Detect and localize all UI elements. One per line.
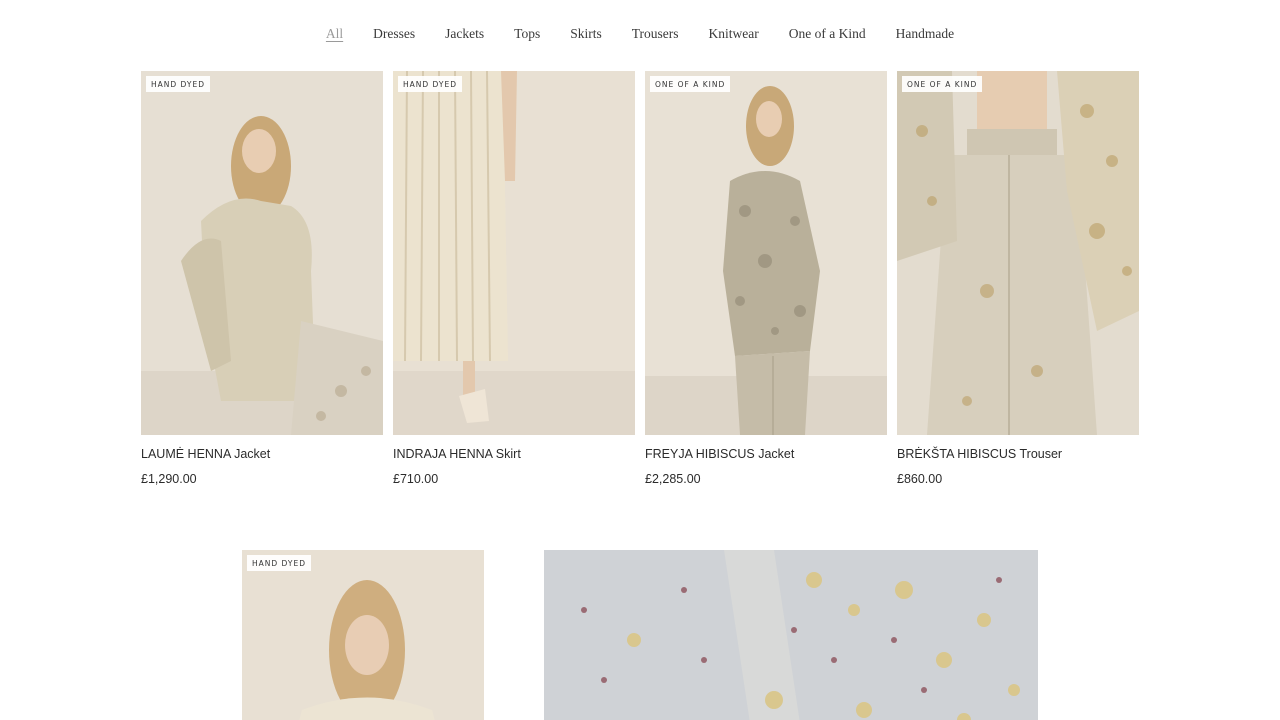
product-badge: Hand Dyed (398, 76, 462, 92)
product-badge: One of a Kind (902, 76, 983, 92)
filter-tops[interactable]: Tops (514, 24, 540, 44)
product-price: £710.00 (393, 472, 439, 486)
product-grid: Hand Dyed LAUMĖ HENNA Jacket £1,290.00 (141, 71, 1139, 487)
product-image[interactable] (242, 550, 484, 720)
shop-page: All Dresses Jackets Tops Skirts Trousers… (0, 0, 1280, 720)
product-price: £2,285.00 (645, 472, 701, 486)
filter-knitwear[interactable]: Knitwear (709, 24, 759, 44)
product-badge: Hand Dyed (146, 76, 210, 92)
filter-one-of-a-kind[interactable]: One of a Kind (789, 24, 866, 44)
product-image[interactable]: One of a Kind (897, 71, 1139, 435)
filter-skirts[interactable]: Skirts (570, 24, 602, 44)
product-price: £860.00 (897, 472, 943, 486)
product-name[interactable]: BRĖKŠTA HIBISCUS Trouser (897, 447, 1139, 462)
filter-jackets[interactable]: Jackets (445, 24, 484, 44)
filter-dresses[interactable]: Dresses (373, 24, 415, 44)
product-name[interactable]: INDRAJA HENNA Skirt (393, 447, 635, 462)
product-image[interactable]: Hand Dyed (141, 71, 383, 435)
editorial-image (544, 550, 1038, 720)
category-filter-nav: All Dresses Jackets Tops Skirts Trousers… (0, 24, 1280, 44)
product-name[interactable]: LAUMĖ HENNA Jacket (141, 447, 383, 462)
product-badge: One of a Kind (650, 76, 731, 92)
product-price: £1,290.00 (141, 472, 197, 486)
product-card[interactable]: Hand Dyed INDRAJA HENNA Skirt £710.00 (393, 71, 635, 487)
product-badge: Hand Dyed (247, 555, 311, 571)
product-card[interactable]: One of a Kind FREYJA HIBISCUS Jacket £2,… (645, 71, 887, 487)
product-card[interactable]: Hand Dyed (242, 550, 484, 720)
product-card[interactable]: Hand Dyed LAUMĖ HENNA Jacket £1,290.00 (141, 71, 383, 487)
product-image[interactable]: Hand Dyed (393, 71, 635, 435)
product-card[interactable]: One of a Kind BRĖKŠTA HIBISCUS Trouser £… (897, 71, 1139, 487)
filter-trousers[interactable]: Trousers (632, 24, 679, 44)
filter-handmade[interactable]: Handmade (896, 24, 954, 44)
filter-all[interactable]: All (326, 24, 343, 44)
product-image[interactable]: One of a Kind (645, 71, 887, 435)
product-name[interactable]: FREYJA HIBISCUS Jacket (645, 447, 887, 462)
